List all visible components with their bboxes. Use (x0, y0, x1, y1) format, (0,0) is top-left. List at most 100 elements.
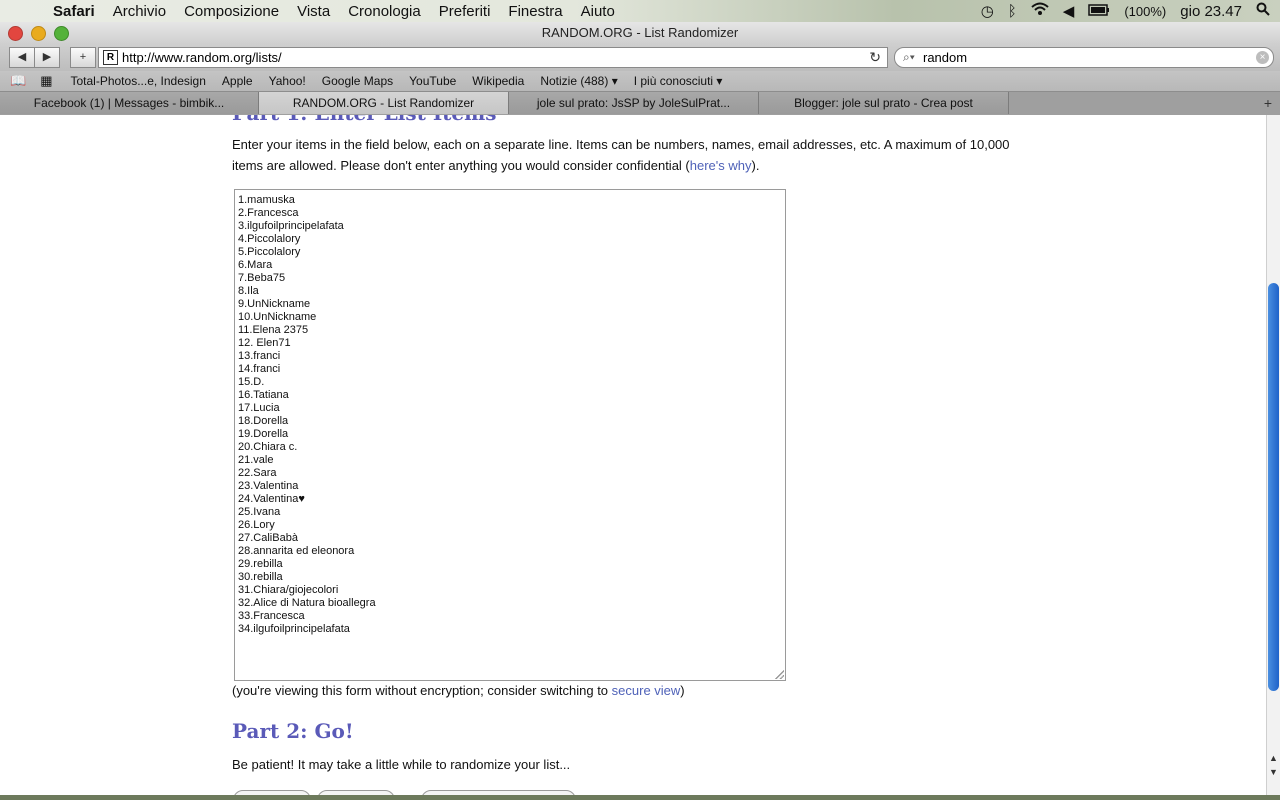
list-item: 27.CaliBabà (238, 532, 298, 544)
intro-end: ). (751, 158, 760, 173)
menu-bar: Safari Archivio Composizione Vista Crono… (0, 0, 1280, 22)
secure-view-link[interactable]: secure view (612, 683, 681, 698)
menu-safari[interactable]: Safari (44, 3, 104, 20)
list-item: 20.Chiara c. (238, 441, 298, 453)
new-tab-icon[interactable]: + (1264, 95, 1272, 111)
list-items[interactable]: 1.mamuska 2.Francesca 3.ilgufoilprincipela… (238, 194, 376, 636)
tab-blogger[interactable]: Blogger: jole sul prato - Crea post (759, 92, 1009, 114)
list-item: 14.franci (238, 363, 281, 375)
battery-icon[interactable] (1088, 3, 1110, 20)
bookmark-yahoo[interactable]: Yahoo! (261, 74, 314, 88)
clock[interactable]: gio 23.47 (1180, 3, 1242, 20)
list-item: 16.Tatiana (238, 389, 289, 401)
page-scrollbar[interactable]: ▲ ▼ (1266, 115, 1280, 795)
wifi-icon[interactable] (1031, 2, 1049, 20)
menu-archivio[interactable]: Archivio (104, 3, 175, 20)
scroll-up-icon[interactable]: ▲ (1269, 753, 1278, 763)
bookmark-notizie[interactable]: Notizie (488) ▾ (532, 74, 625, 88)
tab-random-org[interactable]: RANDOM.ORG - List Randomizer (259, 92, 509, 114)
list-item: 15.D. (238, 376, 265, 388)
intro-text: Enter your items in the field below, eac… (232, 134, 1022, 176)
battery-percent: (100%) (1124, 3, 1167, 19)
reading-list-icon[interactable]: 📖 (10, 73, 26, 89)
part2-heading: Part 2: Go! (232, 719, 354, 743)
site-favicon-icon: R (103, 50, 118, 65)
desktop-background (0, 795, 1280, 800)
list-item: 17.Lucia (238, 402, 280, 414)
back-button[interactable]: ◀ (9, 47, 35, 68)
bookmark-total-photos[interactable]: Total-Photos...e, Indesign (62, 74, 213, 88)
search-icon[interactable]: ⌕▾ (903, 48, 915, 67)
list-item: 25.Ivana (238, 506, 281, 518)
list-item: 2.Francesca (238, 207, 299, 219)
list-item: 5.Piccolalory (238, 246, 301, 258)
resize-handle-icon[interactable] (775, 670, 784, 679)
list-item: 28.annarita ed eleonora (238, 545, 355, 557)
volume-icon[interactable]: ◀ (1063, 2, 1075, 20)
menu-cronologia[interactable]: Cronologia (339, 3, 430, 20)
search-field[interactable]: ⌕▾ random × (894, 47, 1274, 68)
list-item: 32.Alice di Natura bioallegra (238, 597, 376, 609)
top-sites-grid-icon[interactable]: ▦ (40, 73, 52, 89)
bluetooth-icon[interactable]: ᛒ (1008, 3, 1017, 20)
minimize-window-button[interactable] (31, 26, 46, 41)
list-item: 34.ilgufoilprincipelafata (238, 623, 350, 635)
list-item: 7.Beba75 (238, 272, 286, 284)
address-bar[interactable]: Rhttp://www.random.org/lists/ ↻ (98, 47, 888, 68)
window-controls (8, 26, 69, 41)
window-title: RANDOM.ORG - List Randomizer (541, 25, 739, 40)
list-item: 8.Ila (238, 285, 259, 297)
menu-aiuto[interactable]: Aiuto (572, 3, 624, 20)
scrollbar-thumb[interactable] (1268, 283, 1279, 691)
menu-vista[interactable]: Vista (288, 3, 339, 20)
menu-finestra[interactable]: Finestra (499, 3, 571, 20)
bookmark-apple[interactable]: Apple (214, 74, 261, 88)
page-content: Part 1: Enter List Items Enter your item… (0, 115, 1266, 795)
bookmark-wikipedia[interactable]: Wikipedia (464, 74, 532, 88)
list-item: 33.Francesca (238, 610, 305, 622)
time-machine-icon[interactable]: ◷ (981, 2, 994, 20)
forward-button[interactable]: ▶ (34, 47, 60, 68)
list-item: 21.vale (238, 454, 274, 466)
list-item: 22.Sara (238, 467, 277, 479)
heres-why-link[interactable]: here's why (690, 158, 752, 173)
tab-bar: Facebook (1) | Messages - bimbik... RAND… (0, 92, 1280, 115)
list-item: 23.Valentina (238, 480, 299, 492)
tab-facebook[interactable]: Facebook (1) | Messages - bimbik... (0, 92, 259, 114)
list-item: 18.Dorella (238, 415, 289, 427)
list-item: 9.UnNickname (238, 298, 311, 310)
clear-search-icon[interactable]: × (1256, 51, 1269, 64)
list-item: 1.mamuska (238, 194, 295, 206)
list-item: 24.Valentina♥ (238, 493, 305, 505)
bookmark-piu-conosciuti[interactable]: I più conosciuti ▾ (626, 74, 731, 88)
patience-text: Be patient! It may take a little while t… (232, 757, 571, 772)
add-bookmark-button[interactable]: + (70, 47, 96, 68)
intro-body: Enter your items in the field below, eac… (232, 137, 1010, 173)
secure-note-end: ) (680, 683, 685, 698)
search-text[interactable]: random (923, 48, 967, 67)
secure-note-text: (you're viewing this form without encryp… (232, 683, 612, 698)
url-text[interactable]: http://www.random.org/lists/ (122, 50, 282, 65)
list-item: 29.rebilla (238, 558, 283, 570)
menu-composizione[interactable]: Composizione (175, 3, 288, 20)
list-item: 10.UnNickname (238, 311, 317, 323)
list-item: 26.Lory (238, 519, 275, 531)
part1-heading: Part 1: Enter List Items (232, 115, 497, 125)
reload-icon[interactable]: ↻ (869, 48, 881, 67)
zoom-window-button[interactable] (54, 26, 69, 41)
tab-jole-sul-prato[interactable]: jole sul prato: JsSP by JoleSulPrat... (509, 92, 759, 114)
list-item: 31.Chiara/giojecolori (238, 584, 339, 596)
list-item: 4.Piccolalory (238, 233, 301, 245)
list-item: 11.Elena 2375 (238, 324, 309, 336)
window-titlebar: RANDOM.ORG - List Randomizer (0, 22, 1280, 44)
bookmark-youtube[interactable]: YouTube (401, 74, 464, 88)
close-window-button[interactable] (8, 26, 23, 41)
menu-preferiti[interactable]: Preferiti (430, 3, 500, 20)
list-item: 12. Elen71 (238, 337, 291, 349)
list-items-textarea[interactable]: 1.mamuska 2.Francesca 3.ilgufoilprincipela… (234, 189, 786, 681)
list-item: 30.rebilla (238, 571, 283, 583)
spotlight-icon[interactable] (1256, 2, 1270, 20)
list-item: 13.franci (238, 350, 281, 362)
bookmark-google-maps[interactable]: Google Maps (314, 74, 401, 88)
scroll-down-icon[interactable]: ▼ (1269, 767, 1278, 777)
